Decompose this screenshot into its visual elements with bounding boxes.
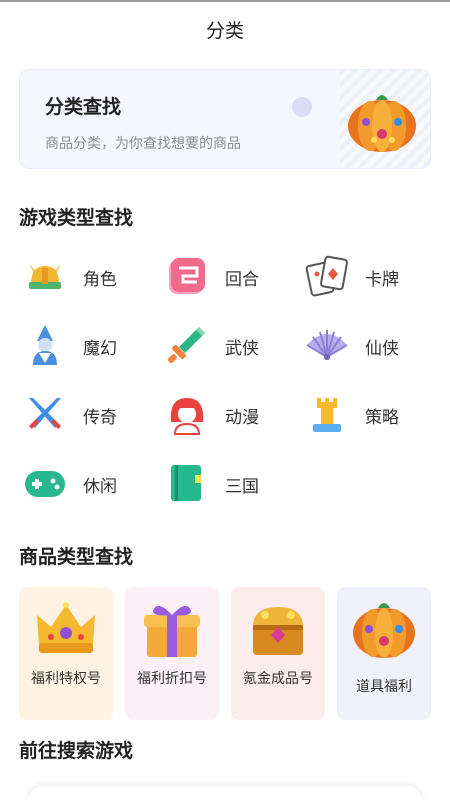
search-games-title: 前往搜索游戏 bbox=[19, 740, 134, 762]
product-type-item-welfare[interactable]: 道具福利 bbox=[337, 587, 431, 720]
game-type-label: 三国 bbox=[225, 477, 259, 497]
game-type-xianxia[interactable]: 仙侠 bbox=[305, 323, 435, 371]
gamepad-icon bbox=[25, 471, 65, 497]
anime-girl-icon bbox=[170, 398, 204, 435]
product-type-premium-account[interactable]: 氪金成品号 bbox=[231, 587, 325, 720]
game-type-anime[interactable]: 动漫 bbox=[165, 392, 295, 440]
turn-icon bbox=[169, 258, 205, 294]
book-icon bbox=[171, 465, 201, 501]
gift-box-icon bbox=[144, 605, 200, 657]
search-games-card[interactable] bbox=[28, 786, 422, 800]
product-type-label: 福利特权号 bbox=[31, 671, 101, 687]
viking-helmet-icon bbox=[29, 264, 61, 289]
product-types-title: 商品类型查找 bbox=[19, 546, 134, 568]
wizard-icon bbox=[33, 325, 57, 365]
game-type-label: 回合 bbox=[225, 270, 259, 290]
product-type-label: 福利折扣号 bbox=[137, 671, 207, 687]
page-title: 分类 bbox=[205, 20, 244, 42]
game-type-label: 角色 bbox=[83, 270, 117, 290]
product-type-label: 道具福利 bbox=[356, 679, 412, 695]
game-type-turn[interactable]: 回合 bbox=[165, 254, 295, 302]
decorative-dot bbox=[292, 97, 312, 117]
game-type-wuxia[interactable]: 武侠 bbox=[165, 323, 295, 371]
game-type-label: 传奇 bbox=[83, 408, 117, 428]
banner-title: 分类查找 bbox=[45, 96, 122, 118]
game-type-three-kingdoms[interactable]: 三国 bbox=[165, 461, 295, 509]
game-type-label: 武侠 bbox=[225, 339, 259, 359]
chess-rook-icon bbox=[313, 398, 341, 432]
pumpkin-treasure-icon bbox=[348, 95, 416, 152]
game-type-casual[interactable]: 休闲 bbox=[23, 461, 153, 509]
game-type-legend[interactable]: 传奇 bbox=[23, 392, 153, 440]
playing-cards-icon bbox=[305, 255, 348, 297]
product-type-welfare-discount[interactable]: 福利折扣号 bbox=[125, 587, 219, 720]
fan-icon bbox=[306, 330, 348, 360]
crown-icon bbox=[37, 602, 95, 653]
crossed-swords-icon bbox=[29, 398, 61, 429]
category-search-banner[interactable]: 分类查找 商品分类，为你查找想要的商品 bbox=[19, 69, 431, 169]
product-type-welfare-privilege[interactable]: 福利特权号 bbox=[19, 587, 113, 720]
game-type-strategy[interactable]: 策略 bbox=[305, 392, 435, 440]
game-type-label: 动漫 bbox=[225, 408, 259, 428]
game-type-fantasy[interactable]: 魔幻 bbox=[23, 323, 153, 371]
game-type-role[interactable]: 角色 bbox=[23, 254, 153, 302]
game-type-label: 魔幻 bbox=[83, 339, 117, 359]
game-type-label: 仙侠 bbox=[365, 339, 399, 359]
treasure-chest-icon bbox=[253, 607, 303, 655]
game-types-title: 游戏类型查找 bbox=[19, 207, 134, 229]
game-type-label: 休闲 bbox=[83, 477, 117, 497]
sword-icon bbox=[167, 327, 205, 364]
product-type-label: 氪金成品号 bbox=[243, 671, 313, 687]
banner-subtitle: 商品分类，为你查找想要的商品 bbox=[45, 136, 241, 152]
game-type-label: 卡牌 bbox=[365, 270, 399, 290]
status-divider bbox=[0, 0, 450, 2]
game-type-card[interactable]: 卡牌 bbox=[305, 254, 435, 302]
pumpkin-treasure-icon bbox=[353, 603, 415, 658]
game-type-label: 策略 bbox=[365, 408, 399, 428]
